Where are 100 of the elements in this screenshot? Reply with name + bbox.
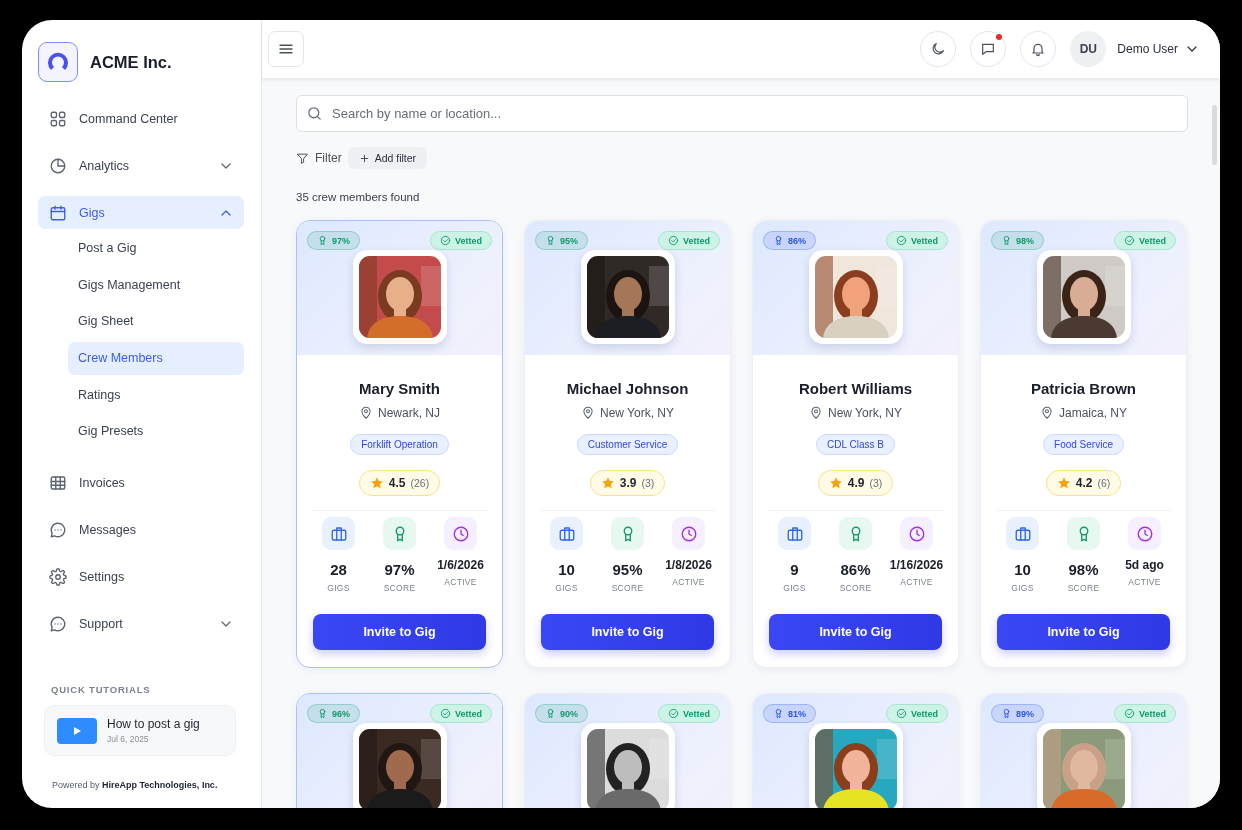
crew-card[interactable]: 95% Vetted Michael Johnson New York, NY Customer Service 3.9 (3) 10 GIGS 95% SCORE 1/8/2026 ACTIVE Invite to Gig xyxy=(524,220,731,668)
stat-label: ACTIVE xyxy=(672,577,705,587)
filter-button[interactable]: Filter xyxy=(296,151,342,165)
nav-subitem[interactable]: Ratings xyxy=(68,378,244,412)
nav-subitem[interactable]: Post a Gig xyxy=(68,232,244,265)
vetted-badge: Vetted xyxy=(430,231,492,250)
notifications-button[interactable] xyxy=(1020,31,1057,67)
vetted-badge: Vetted xyxy=(1114,231,1176,250)
award-icon xyxy=(545,708,556,719)
stat-value: 95% xyxy=(612,561,643,578)
stat-value: 97% xyxy=(384,561,415,578)
stat-label: ACTIVE xyxy=(1128,577,1161,587)
invite-button[interactable]: Invite to Gig xyxy=(997,614,1170,650)
briefcase-icon xyxy=(1013,524,1032,543)
award-icon xyxy=(1001,235,1012,246)
invite-button[interactable]: Invite to Gig xyxy=(769,614,942,650)
stat-label: SCORE xyxy=(1067,583,1100,593)
clock-icon xyxy=(679,524,698,543)
messages-button[interactable] xyxy=(970,31,1007,67)
pie-chart-icon xyxy=(49,156,67,175)
nav-item[interactable]: Support xyxy=(38,607,244,641)
stat-label: SCORE xyxy=(383,583,416,593)
crew-name: Patricia Brown xyxy=(1031,380,1136,397)
briefcase-icon xyxy=(785,524,804,543)
filter-icon xyxy=(296,151,309,165)
nav-subitem[interactable]: Crew Members xyxy=(68,342,244,376)
theme-toggle-button[interactable] xyxy=(920,31,957,67)
clock-icon xyxy=(451,524,470,543)
clock-icon xyxy=(1135,524,1154,543)
location-pin-icon xyxy=(580,406,595,420)
award-icon xyxy=(317,235,328,246)
rating-pill: 4.2 (6) xyxy=(1045,470,1122,496)
nav-item[interactable]: Invoices xyxy=(38,466,244,500)
stat-label: GIGS xyxy=(783,583,806,593)
logo-icon xyxy=(38,42,78,82)
nav-item[interactable]: Analytics xyxy=(38,149,244,182)
footer-text: Powered by HireApp Technologies, Inc. xyxy=(51,780,219,790)
add-filter-button[interactable]: Add filter xyxy=(347,147,428,169)
user-avatar[interactable]: DU xyxy=(1070,31,1107,67)
nav-item[interactable]: Gigs xyxy=(38,196,244,229)
crew-card[interactable]: 89% Vetted xyxy=(980,693,1187,808)
check-circle-icon xyxy=(668,235,679,246)
skill-tag: Forklift Operation xyxy=(350,434,449,455)
unread-dot xyxy=(996,34,1003,40)
score-badge: 96% xyxy=(307,704,360,723)
award-icon xyxy=(773,708,784,719)
crew-card[interactable]: 97% Vetted Mary Smith Newark, NJ Forklift Operation 4.5 (26) 28 GIGS 97% SCORE 1/6/2026 ACTIVE Invite to Gig xyxy=(296,220,503,668)
score-badge: 81% xyxy=(763,704,816,723)
calendar-icon xyxy=(49,203,67,222)
stat-label: GIGS xyxy=(1011,583,1034,593)
nav-item[interactable]: Settings xyxy=(38,560,244,594)
search-field[interactable]: Search by name or location... xyxy=(296,95,1188,132)
clock-icon xyxy=(907,524,926,543)
stat-label: ACTIVE xyxy=(444,577,477,587)
nav-subitem[interactable]: Gig Sheet xyxy=(68,305,244,339)
nav-item[interactable]: Command Center xyxy=(38,102,244,135)
crew-card[interactable]: 98% Vetted Patricia Brown Jamaica, NY Food Service 4.2 (6) 10 GIGS 98% SCORE 5d ago ACTIVE Invite to Gig xyxy=(980,220,1187,668)
score-badge: 86% xyxy=(763,231,816,250)
rating-pill: 4.5 (26) xyxy=(358,470,441,496)
stat-value: 10 xyxy=(1014,561,1031,578)
crew-card[interactable]: 86% Vetted Robert Williams New York, NY CDL Class B 4.9 (3) 9 GIGS 86% SCORE 1/16/2026 ACTIVE Invite to Gig xyxy=(752,220,959,668)
crew-name: Michael Johnson xyxy=(566,380,689,397)
crew-location: Jamaica, NY xyxy=(1059,406,1127,420)
chat-icon xyxy=(49,520,67,539)
video-thumbnail-icon xyxy=(57,717,97,744)
briefcase-icon xyxy=(329,524,348,543)
check-circle-icon xyxy=(1124,708,1135,719)
stat-value: 1/8/2026 xyxy=(665,558,712,572)
nav-item[interactable]: Messages xyxy=(38,513,244,547)
nav-subitem[interactable]: Gig Presets xyxy=(68,415,244,449)
vetted-badge: Vetted xyxy=(886,231,948,250)
stat-value: 98% xyxy=(1068,561,1099,578)
menu-button[interactable] xyxy=(268,31,304,67)
stat-label: SCORE xyxy=(839,583,872,593)
chat-icon xyxy=(980,41,997,57)
invite-button[interactable]: Invite to Gig xyxy=(541,614,714,650)
tutorial-date: Jul 6, 2025 xyxy=(107,734,150,745)
crew-card[interactable]: 81% Vetted xyxy=(752,693,959,808)
nav-subitem[interactable]: Gigs Management xyxy=(68,268,244,302)
result-count: 35 crew members found xyxy=(296,191,421,203)
invite-button[interactable]: Invite to Gig xyxy=(313,614,486,650)
stat-value: 9 xyxy=(790,561,799,578)
stat-value: 28 xyxy=(330,561,347,578)
score-badge: 98% xyxy=(991,231,1044,250)
moon-icon xyxy=(930,41,947,57)
award-icon xyxy=(773,235,784,246)
stat-label: SCORE xyxy=(611,583,644,593)
award-icon xyxy=(1001,708,1012,719)
location-pin-icon xyxy=(1040,406,1054,420)
crew-location: New York, NY xyxy=(599,406,674,420)
star-icon xyxy=(828,476,843,490)
stat-value: 86% xyxy=(840,561,871,578)
scrollbar[interactable] xyxy=(1212,105,1217,165)
user-menu[interactable]: Demo User xyxy=(1117,41,1200,57)
vetted-badge: Vetted xyxy=(658,231,720,250)
check-circle-icon xyxy=(1124,235,1135,246)
crew-location: Newark, NJ xyxy=(378,406,440,420)
tutorial-card[interactable]: How to post a gig Jul 6, 2025 xyxy=(44,705,236,757)
briefcase-icon xyxy=(557,524,576,543)
score-badge: 90% xyxy=(535,704,588,723)
